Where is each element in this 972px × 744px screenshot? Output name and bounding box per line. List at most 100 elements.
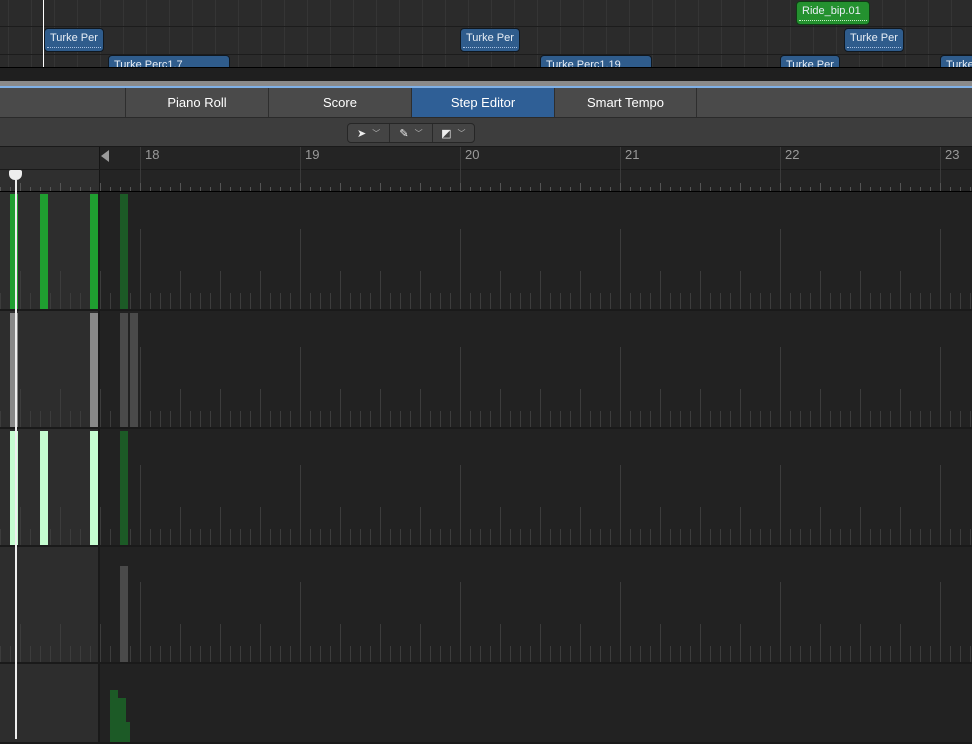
grid-tick	[250, 529, 251, 545]
grid-tick	[80, 293, 81, 309]
grid-tick	[900, 389, 901, 427]
grid-tick	[380, 271, 381, 309]
grid-tick	[950, 646, 951, 662]
playhead-line	[43, 0, 44, 67]
grid-tick	[960, 529, 961, 545]
grid-line	[698, 0, 699, 67]
step-cell[interactable]	[120, 313, 128, 427]
ruler-tick	[970, 187, 971, 191]
grid-tick	[880, 293, 881, 309]
step-cell[interactable]	[110, 690, 118, 742]
grid-tick	[530, 529, 531, 545]
grid-tick	[540, 624, 541, 662]
grid-tick	[290, 529, 291, 545]
grid-tick	[600, 529, 601, 545]
step-cell[interactable]	[122, 722, 130, 742]
grid-tick	[230, 646, 231, 662]
grid-tick	[20, 507, 21, 545]
tab-smart-tempo[interactable]: Smart Tempo	[554, 88, 697, 117]
grid-tick	[40, 646, 41, 662]
grid-tick	[630, 529, 631, 545]
ruler-tick	[100, 183, 101, 191]
ruler-tick	[470, 187, 471, 191]
region[interactable]: Turke Per	[844, 28, 904, 52]
grid-tick	[710, 529, 711, 545]
grid-tick	[100, 507, 101, 545]
editor-toolbar: ➤ ﹀ ✎ ﹀ ◩ ﹀	[0, 118, 972, 147]
left-locator-icon[interactable]	[101, 150, 109, 162]
grid-tick	[760, 529, 761, 545]
grid-tick	[20, 624, 21, 662]
grid-tick	[160, 293, 161, 309]
grid-tick	[190, 646, 191, 662]
region[interactable]: Turke Per	[780, 55, 840, 67]
ruler-tick	[340, 183, 341, 191]
step-lane[interactable]	[0, 311, 972, 429]
step-lane[interactable]	[0, 664, 972, 744]
grid-tick	[660, 624, 661, 662]
grid-tick	[550, 293, 551, 309]
bar-ruler[interactable]: 18 19 20 21 22 23	[0, 147, 972, 192]
grid-tick	[100, 389, 101, 427]
grid-tick	[430, 411, 431, 427]
grid-tick	[780, 582, 781, 662]
step-cell[interactable]	[90, 431, 98, 545]
grid-tick	[780, 347, 781, 427]
grid-tick	[510, 293, 511, 309]
grid-tick	[650, 411, 651, 427]
grid-tick	[800, 646, 801, 662]
grid-tick	[470, 646, 471, 662]
step-lane[interactable]	[0, 192, 972, 311]
tab-score[interactable]: Score	[268, 88, 411, 117]
grid-tick	[430, 293, 431, 309]
step-cell[interactable]	[120, 194, 128, 309]
tab-piano-roll[interactable]: Piano Roll	[125, 88, 268, 117]
step-lane[interactable]	[0, 547, 972, 664]
step-cell[interactable]	[120, 431, 128, 545]
region[interactable]: Ride_bip.01	[796, 1, 870, 25]
pencil-tool-menu[interactable]: ✎ ﹀	[390, 124, 433, 142]
grid-tick	[110, 293, 111, 309]
ruler-tick	[80, 187, 81, 191]
step-cell[interactable]	[120, 566, 128, 662]
ruler-tick	[180, 183, 181, 191]
step-cell[interactable]	[90, 194, 98, 309]
tab-step-editor[interactable]: Step Editor	[411, 88, 554, 117]
grid-tick	[30, 646, 31, 662]
step-cell[interactable]	[90, 313, 98, 427]
grid-tick	[830, 646, 831, 662]
grid-tick	[30, 411, 31, 427]
grid-tick	[490, 411, 491, 427]
region[interactable]: Turke Per	[44, 28, 104, 52]
grid-tick	[150, 529, 151, 545]
region[interactable]: Turke Perc1.23	[940, 55, 972, 67]
region[interactable]: Turke Perc1.7	[108, 55, 230, 67]
grid-line	[652, 0, 653, 67]
grid-tick	[300, 229, 301, 309]
tool-menus: ➤ ﹀ ✎ ﹀ ◩ ﹀	[347, 123, 475, 143]
ruler-tick	[590, 187, 591, 191]
ruler-tick	[530, 187, 531, 191]
grid-tick	[880, 646, 881, 662]
eraser-tool-menu[interactable]: ◩ ﹀	[433, 124, 474, 142]
grid-tick	[480, 411, 481, 427]
step-cell[interactable]	[130, 313, 138, 427]
region[interactable]: Turke Perc1.19	[540, 55, 652, 67]
ruler-tick	[540, 183, 541, 191]
grid-tick	[970, 646, 971, 662]
ruler-tick	[880, 187, 881, 191]
grid-tick	[570, 411, 571, 427]
grid-tick	[700, 271, 701, 309]
grid-tick	[260, 507, 261, 545]
grid-tick	[630, 646, 631, 662]
region[interactable]: Turke Per	[460, 28, 520, 52]
grid-tick	[470, 411, 471, 427]
step-cell[interactable]	[40, 194, 48, 309]
grid-tick	[820, 507, 821, 545]
divider[interactable]	[0, 67, 972, 81]
grid-tick	[940, 582, 941, 662]
step-cell[interactable]	[40, 431, 48, 545]
step-lane[interactable]	[0, 429, 972, 547]
grid-tick	[950, 411, 951, 427]
pointer-tool-menu[interactable]: ➤ ﹀	[348, 124, 391, 142]
